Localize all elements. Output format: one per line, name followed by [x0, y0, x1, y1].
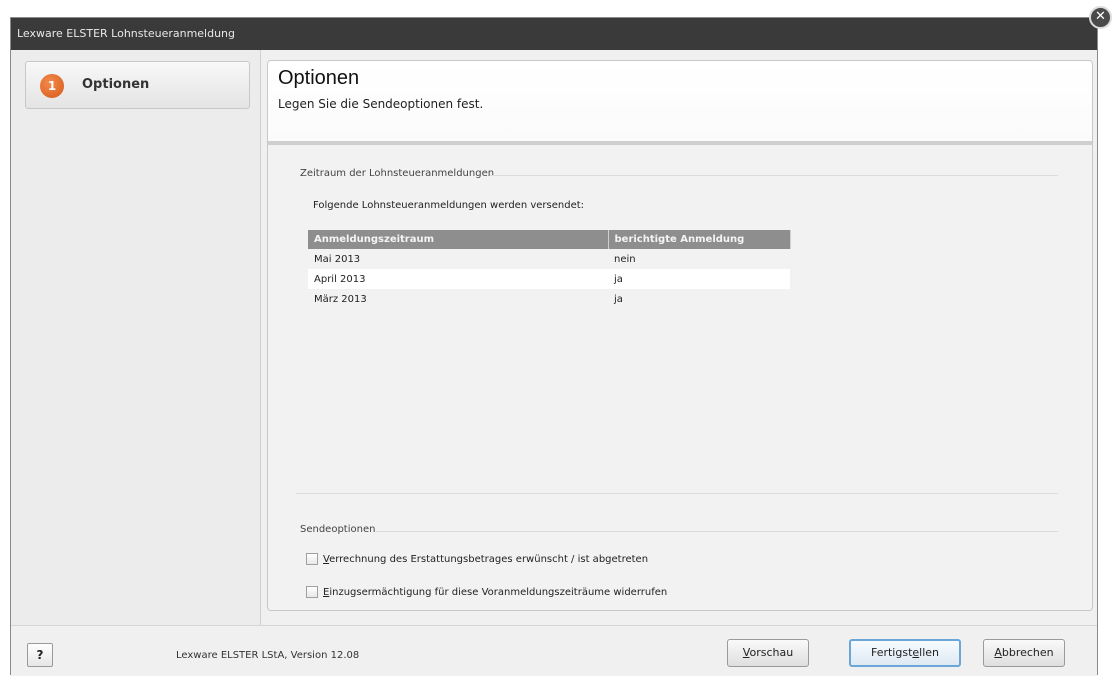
checkbox-label: Verrechnung des Erstattungsbetrages erwü… [323, 554, 649, 565]
help-icon: ? [36, 648, 44, 662]
table-row[interactable]: März 2013 ja [308, 289, 790, 309]
version-text: Lexware ELSTER LStA, Version 12.08 [176, 650, 360, 661]
group-bottom-divider [296, 493, 1058, 494]
dialog-window: Lexware ELSTER Lohnsteueranmeldung 1 Opt… [10, 17, 1098, 676]
periods-table: Anmeldungszeitraum berichtigte Anmeldung… [308, 230, 791, 309]
table-header-row: Anmeldungszeitraum berichtigte Anmeldung [308, 230, 791, 249]
sidebar-step-label: Optionen [82, 77, 150, 92]
column-header-corrected: berichtigte Anmeldung [608, 230, 791, 249]
group-divider [376, 531, 1058, 532]
group-divider [490, 175, 1058, 176]
preview-button[interactable]: Vorschau [727, 639, 809, 667]
cell-corrected: ja [608, 269, 790, 289]
period-group-title: Zeitraum der Lohnsteueranmeldungen [300, 168, 495, 179]
page-title: Optionen [278, 67, 360, 89]
cancel-button[interactable]: Abbrechen [983, 639, 1065, 667]
step-number-badge: 1 [40, 74, 64, 98]
checkbox-box[interactable] [306, 553, 318, 565]
window-title: Lexware ELSTER Lohnsteueranmeldung [11, 18, 1097, 50]
cell-period: Mai 2013 [314, 253, 361, 265]
content-panel: Optionen Legen Sie die Sendeoptionen fes… [267, 60, 1093, 611]
checkbox-box[interactable] [306, 586, 318, 598]
cell-period: April 2013 [308, 269, 608, 289]
cell-corrected: ja [614, 293, 623, 305]
table-row[interactable]: Mai 2013 nein [308, 249, 790, 269]
table-row[interactable]: April 2013 ja [308, 269, 790, 289]
period-info-text: Folgende Lohnsteueranmeldungen werden ve… [313, 200, 585, 211]
finish-button[interactable]: Fertigstellen [849, 639, 961, 667]
cell-period: März 2013 [314, 293, 367, 305]
dialog-footer: ? Lexware ELSTER LStA, Version 12.08 Vor… [11, 625, 1097, 676]
cell-corrected: nein [614, 253, 636, 265]
wizard-sidebar: 1 Optionen [11, 50, 261, 625]
page-header: Optionen Legen Sie die Sendeoptionen fes… [268, 61, 1092, 145]
send-options-title: Sendeoptionen [300, 524, 376, 535]
close-icon[interactable]: ✕ [1089, 6, 1112, 29]
column-header-period: Anmeldungszeitraum [308, 230, 609, 249]
page-subtitle: Legen Sie die Sendeoptionen fest. [278, 97, 484, 111]
sidebar-step-optionen[interactable]: 1 Optionen [25, 61, 250, 109]
checkbox-label: Einzugsermächtigung für diese Voranmeldu… [323, 587, 668, 598]
help-button[interactable]: ? [27, 643, 53, 667]
